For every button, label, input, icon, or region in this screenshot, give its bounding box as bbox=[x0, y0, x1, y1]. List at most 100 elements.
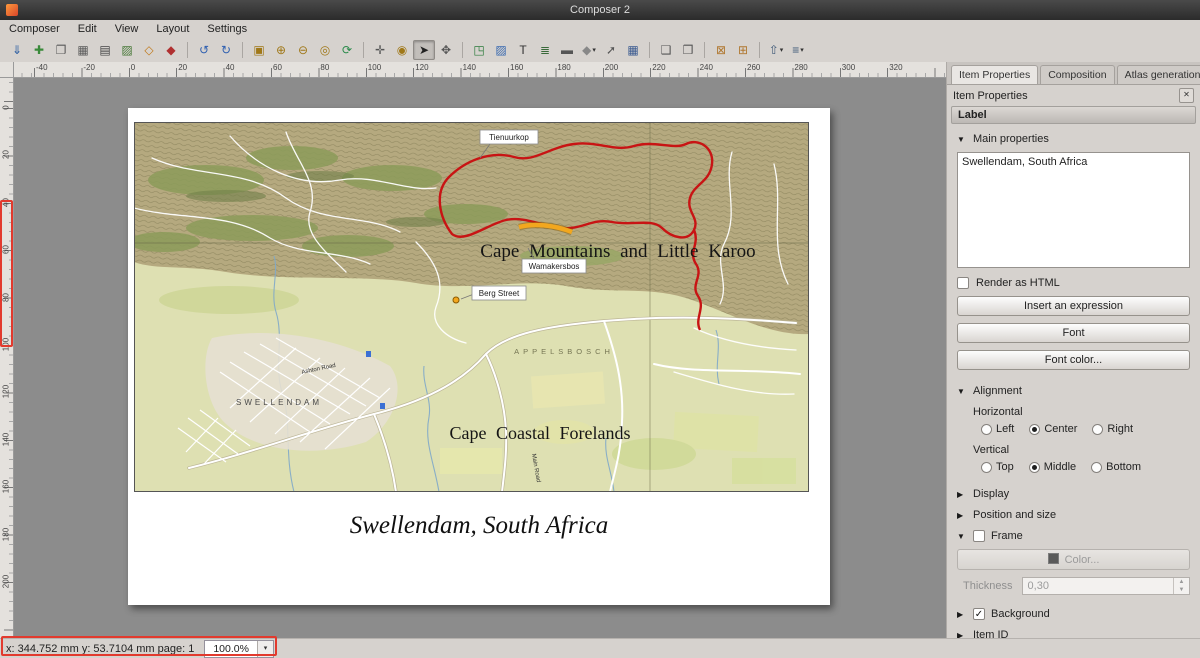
render-html-checkbox[interactable] bbox=[957, 277, 969, 289]
section-frame[interactable]: ▼ Frame bbox=[957, 530, 1190, 542]
radio-center[interactable]: Center bbox=[1029, 423, 1077, 435]
chevron-right-icon: ▶ bbox=[957, 511, 967, 520]
section-title-display: Display bbox=[973, 488, 1009, 500]
toolbar: ⇓✚❐▦▤▨◇◆↺↻▣⊕⊖◎⟳✛◉➤✥◳▨T≣▬◆▾➚▦❑❒⊠⊞⇧▾≡▾ bbox=[0, 38, 1200, 63]
page-title-label[interactable]: Swellendam, South Africa bbox=[128, 512, 830, 540]
window-titlebar[interactable]: Composer 2 bbox=[0, 0, 1200, 20]
radio-left[interactable]: Left bbox=[981, 423, 1014, 435]
zoom-in-button[interactable]: ⊕ bbox=[270, 40, 292, 60]
unlock-items-button[interactable]: ⊞ bbox=[732, 40, 754, 60]
thickness-value: 0,30 bbox=[1023, 580, 1173, 592]
workspace: -40-200204060801001201401601802002202402… bbox=[0, 62, 946, 638]
export-as-image-button[interactable]: ▨ bbox=[116, 40, 138, 60]
raise-items-icon: ⇧ bbox=[769, 41, 779, 59]
map-item[interactable]: SWELLENDAM Ashton Road Main Road APPELSB… bbox=[134, 122, 809, 492]
background-checkbox[interactable]: ✓ bbox=[973, 608, 985, 620]
add-legend-button[interactable]: ≣ bbox=[534, 40, 556, 60]
section-position-size[interactable]: ▶ Position and size bbox=[957, 509, 1190, 521]
tab-composition[interactable]: Composition bbox=[1040, 65, 1114, 84]
panel-close-icon[interactable]: ✕ bbox=[1179, 88, 1194, 103]
berg-street-marker bbox=[453, 297, 459, 303]
vruler-label-200: 200 bbox=[2, 573, 11, 591]
add-attribute-table-icon: ▦ bbox=[627, 41, 638, 59]
font-button[interactable]: Font bbox=[957, 323, 1190, 343]
new-composition-button[interactable]: ✚ bbox=[28, 40, 50, 60]
undo-button[interactable]: ↺ bbox=[193, 40, 215, 60]
menu-layout[interactable]: Layout bbox=[147, 23, 198, 35]
align-items-button[interactable]: ≡▾ bbox=[787, 40, 809, 60]
section-background[interactable]: ▶ ✓ Background bbox=[957, 608, 1190, 620]
pan-button[interactable]: ✛ bbox=[369, 40, 391, 60]
horizontal-alignment-group: Left Center Right bbox=[981, 423, 1190, 435]
align-items-dropdown-arrow[interactable]: ▾ bbox=[800, 46, 804, 54]
print-button[interactable]: ▤ bbox=[94, 40, 116, 60]
tab-item-properties[interactable]: Item Properties bbox=[951, 65, 1038, 84]
radio-label: Right bbox=[1107, 423, 1133, 435]
refresh-view-button[interactable]: ⟳ bbox=[336, 40, 358, 60]
map-frame[interactable]: SWELLENDAM Ashton Road Main Road APPELSB… bbox=[134, 122, 809, 492]
region-label-forelands: Cape Coastal Forelands bbox=[450, 423, 631, 443]
radio-label: Middle bbox=[1044, 461, 1076, 473]
composition-canvas[interactable]: SWELLENDAM Ashton Road Main Road APPELSB… bbox=[14, 78, 946, 638]
redo-button[interactable]: ↻ bbox=[215, 40, 237, 60]
zoom-actual-button[interactable]: ◎ bbox=[314, 40, 336, 60]
ungroup-items-button[interactable]: ❒ bbox=[677, 40, 699, 60]
toolbar-separator bbox=[649, 42, 650, 58]
add-shape-button[interactable]: ◆▾ bbox=[578, 40, 600, 60]
section-display[interactable]: ▶ Display bbox=[957, 488, 1190, 500]
radio-middle[interactable]: Middle bbox=[1029, 461, 1076, 473]
thickness-spinner: 0,30 ▲ ▼ bbox=[1022, 577, 1190, 595]
zoom-tool-button[interactable]: ◉ bbox=[391, 40, 413, 60]
lock-items-button[interactable]: ⊠ bbox=[710, 40, 732, 60]
duplicate-composition-button[interactable]: ❐ bbox=[50, 40, 72, 60]
chevron-right-icon: ▶ bbox=[957, 490, 967, 499]
zoom-full-icon: ▣ bbox=[253, 41, 264, 59]
frame-checkbox[interactable] bbox=[973, 530, 985, 542]
add-scalebar-button[interactable]: ▬ bbox=[556, 40, 578, 60]
unlock-items-icon: ⊞ bbox=[738, 41, 748, 59]
toolbar-separator bbox=[462, 42, 463, 58]
radio-top[interactable]: Top bbox=[981, 461, 1014, 473]
radio-right[interactable]: Right bbox=[1092, 423, 1133, 435]
add-attribute-table-button[interactable]: ▦ bbox=[622, 40, 644, 60]
hruler-label-240: 240 bbox=[700, 63, 713, 72]
radio-icon bbox=[1029, 462, 1040, 473]
save-project-button[interactable]: ⇓ bbox=[6, 40, 28, 60]
export-as-svg-button[interactable]: ◇ bbox=[138, 40, 160, 60]
insert-expression-button[interactable]: Insert an expression bbox=[957, 296, 1190, 316]
add-image-button[interactable]: ▨ bbox=[490, 40, 512, 60]
composer-manager-button[interactable]: ▦ bbox=[72, 40, 94, 60]
add-new-map-button[interactable]: ◳ bbox=[468, 40, 490, 60]
zoom-out-button[interactable]: ⊖ bbox=[292, 40, 314, 60]
section-alignment[interactable]: ▼ Alignment bbox=[957, 385, 1190, 397]
group-items-button[interactable]: ❑ bbox=[655, 40, 677, 60]
composition-page[interactable]: SWELLENDAM Ashton Road Main Road APPELSB… bbox=[128, 108, 830, 605]
raise-items-dropdown-arrow[interactable]: ▾ bbox=[780, 46, 784, 54]
tab-atlas-generation[interactable]: Atlas generation bbox=[1117, 65, 1200, 84]
zoom-full-button[interactable]: ▣ bbox=[248, 40, 270, 60]
radio-icon bbox=[1092, 424, 1103, 435]
menu-edit[interactable]: Edit bbox=[69, 23, 106, 35]
add-label-button[interactable]: T bbox=[512, 40, 534, 60]
menu-settings[interactable]: Settings bbox=[198, 23, 256, 35]
export-as-svg-icon: ◇ bbox=[144, 41, 153, 59]
add-shape-dropdown-arrow[interactable]: ▾ bbox=[592, 46, 596, 54]
font-color-button[interactable]: Font color... bbox=[957, 350, 1190, 370]
export-as-pdf-button[interactable]: ◆ bbox=[160, 40, 182, 60]
add-arrow-button[interactable]: ➚ bbox=[600, 40, 622, 60]
raise-items-button[interactable]: ⇧▾ bbox=[765, 40, 787, 60]
menu-composer[interactable]: Composer bbox=[0, 23, 69, 35]
select-move-item-button[interactable]: ➤ bbox=[413, 40, 435, 60]
zoom-value[interactable]: 100.0% bbox=[205, 643, 257, 655]
zoom-combobox[interactable]: 100.0% ▾ bbox=[204, 640, 274, 658]
zoom-dropdown-arrow[interactable]: ▾ bbox=[257, 641, 273, 657]
section-main-properties[interactable]: ▼ Main properties bbox=[957, 133, 1190, 145]
hruler-label-220: 220 bbox=[652, 63, 665, 72]
menu-view[interactable]: View bbox=[106, 23, 148, 35]
label-text-input[interactable]: Swellendam, South Africa bbox=[957, 152, 1190, 268]
move-item-content-button[interactable]: ✥ bbox=[435, 40, 457, 60]
toolbar-separator bbox=[187, 42, 188, 58]
undo-icon: ↺ bbox=[199, 41, 209, 59]
render-html-row[interactable]: Render as HTML bbox=[957, 277, 1190, 289]
radio-bottom[interactable]: Bottom bbox=[1091, 461, 1141, 473]
